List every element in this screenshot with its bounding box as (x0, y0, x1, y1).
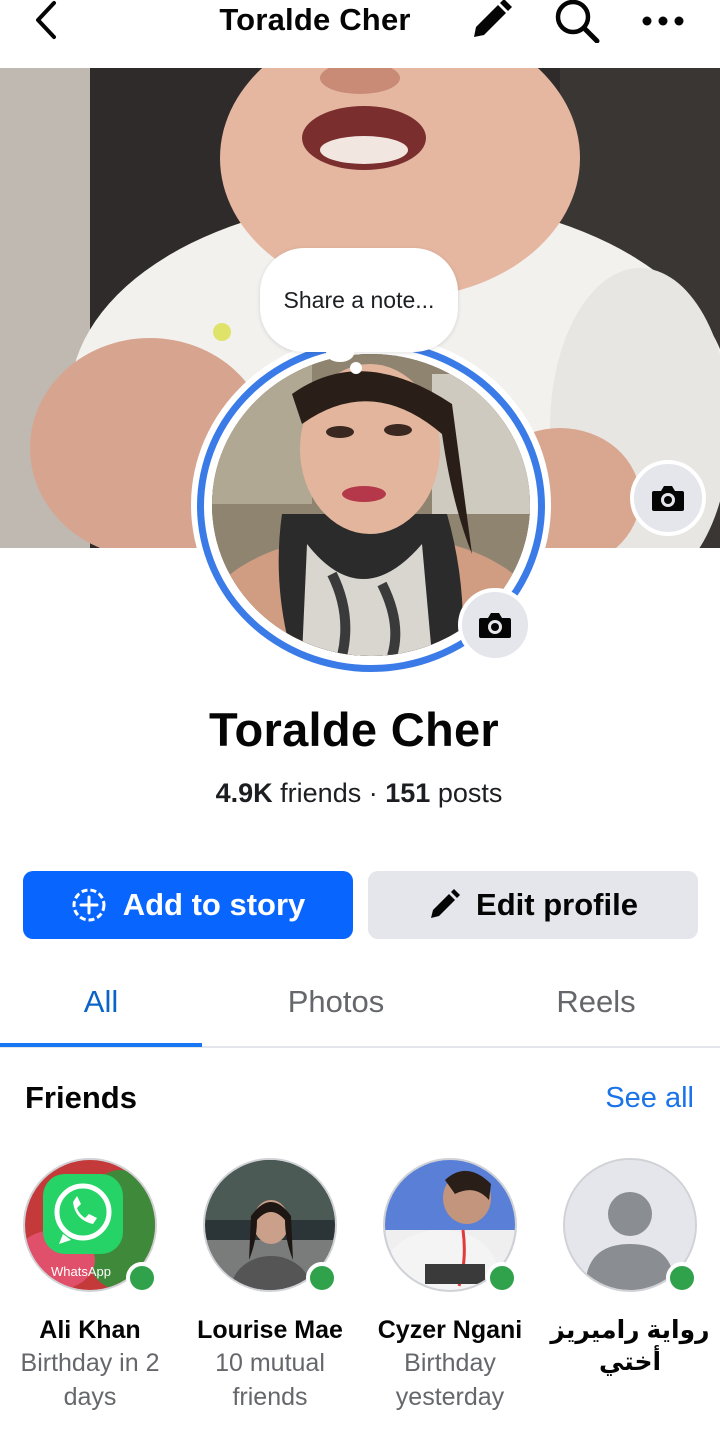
friend-card-cyzer-ngani[interactable]: Cyzer Ngani Birthday yesterday (362, 1158, 538, 1414)
posts-label: posts (437, 778, 503, 808)
friend-name: Cyzer Ngani (377, 1316, 523, 1344)
posts-count: 151 (385, 778, 431, 808)
friend-card-4[interactable]: رواية راميريز أختي (542, 1158, 718, 1378)
search-icon (555, 0, 600, 43)
back-button[interactable] (22, 0, 70, 40)
friend-card-lourise-mae[interactable]: Lourise Mae 10 mutual friends (182, 1158, 358, 1414)
friend-name: Ali Khan (39, 1316, 141, 1344)
whatsapp-watermark: WhatsApp (51, 1264, 111, 1279)
tab-photos[interactable]: Photos (236, 966, 436, 1046)
friends-count[interactable]: 4.9K (216, 778, 273, 808)
header-title: Toralde Cher (219, 2, 411, 37)
online-indicator (306, 1262, 338, 1294)
stats-separator: · (368, 778, 378, 808)
friends-label[interactable]: friends (280, 778, 361, 808)
friends-section-title: Friends (25, 1080, 137, 1115)
camera-icon (479, 613, 511, 638)
profile-name: Toralde Cher (208, 703, 499, 756)
profile-stats: 4.9K friends · 151 posts (0, 778, 718, 809)
note-bubble-tail (326, 344, 354, 362)
share-note-bubble[interactable]: Share a note... (260, 248, 458, 352)
edit-profile-button[interactable]: Edit profile (368, 871, 698, 939)
edit-button[interactable] (466, 0, 516, 42)
more-icon (642, 16, 684, 26)
note-bubble-tail-dot (350, 362, 362, 374)
online-indicator (126, 1262, 158, 1294)
active-tab-indicator (0, 1043, 202, 1047)
friend-name: رواية راميريز أختي (550, 1316, 710, 1376)
top-bar: Toralde Cher (0, 0, 720, 68)
add-to-story-label: Add to story (122, 887, 306, 922)
friend-subtitle: Birthday in 2 days (20, 1349, 160, 1411)
camera-icon (652, 486, 684, 511)
online-indicator (486, 1262, 518, 1294)
pencil-icon (428, 889, 461, 921)
edit-profile-picture-button[interactable] (458, 588, 532, 662)
friend-subtitle: Birthday yesterday (395, 1349, 505, 1411)
back-arrow-icon (36, 1, 56, 39)
friend-subtitle: 10 mutual friends (215, 1349, 325, 1411)
friend-name: Lourise Mae (197, 1316, 343, 1344)
edit-cover-button[interactable] (630, 460, 706, 536)
profile-tabs: All Photos Reels (0, 966, 720, 1048)
search-button[interactable] (552, 0, 602, 43)
pencil-icon (474, 0, 512, 37)
more-button[interactable] (638, 0, 688, 42)
add-circle-icon (71, 887, 107, 923)
online-indicator (666, 1262, 698, 1294)
see-all-friends-link[interactable]: See all (560, 1082, 694, 1115)
edit-profile-label: Edit profile (476, 887, 638, 922)
friend-card-ali-khan[interactable]: WhatsApp Ali Khan Birthday in 2 days (2, 1158, 178, 1414)
tab-reels[interactable]: Reels (496, 966, 696, 1046)
tab-all[interactable]: All (0, 966, 202, 1046)
add-to-story-button[interactable]: Add to story (23, 871, 353, 939)
